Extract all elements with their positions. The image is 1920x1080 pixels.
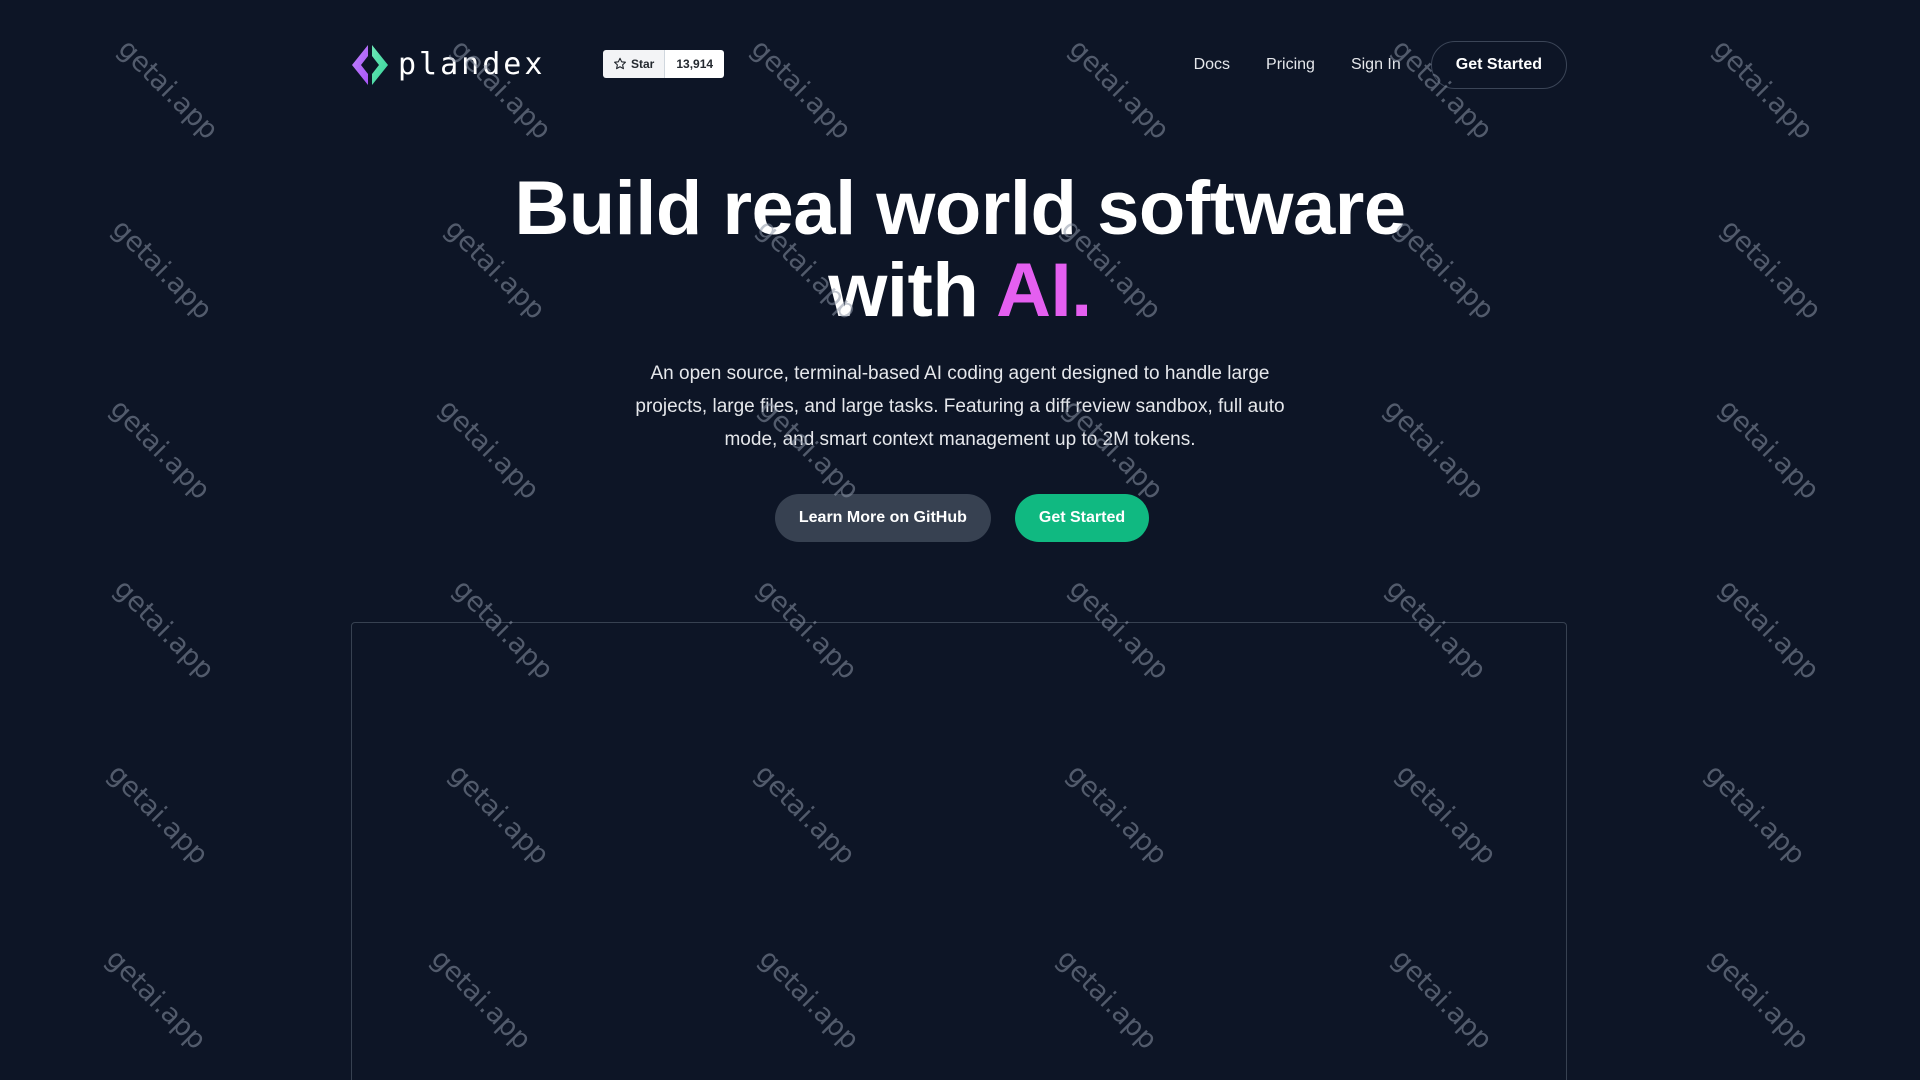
star-icon [614,57,626,70]
watermark-text: getai.app [101,758,215,871]
watermark-text: getai.app [1712,393,1826,506]
hero-subtitle: An open source, terminal-based AI coding… [635,363,1285,450]
nav-docs-link[interactable]: Docs [1194,56,1230,74]
hero-title-prefix: with [828,248,997,333]
brand-name: plandex [398,47,546,82]
main-nav: Docs Pricing Sign In Get Started [1194,40,1567,90]
watermark-text: getai.app [111,33,225,146]
landing-page: plandex Star 13,914 Docs Pricing Sign In… [0,0,1920,1080]
demo-video-frame[interactable] [351,622,1567,1080]
watermark-text: getai.app [1712,573,1826,686]
learn-more-github-button[interactable]: Learn More on GitHub [774,494,991,542]
hero-title-line-1: Build real world software [514,166,1406,251]
nav-sign-in-link[interactable]: Sign In [1351,56,1401,74]
nav-pricing-link[interactable]: Pricing [1266,56,1315,74]
watermark-text: getai.app [1706,33,1820,146]
watermark-text: getai.app [1698,758,1812,871]
hero-cta-row: Learn More on GitHub Get Started [0,494,1920,542]
hero-title-accent: AI. [996,248,1092,333]
header-get-started-button[interactable]: Get Started [1430,41,1567,89]
watermark-text: getai.app [107,573,221,686]
watermark-text: getai.app [1377,393,1491,506]
hero-title: Build real world software with AI. [0,168,1920,332]
watermark-text: getai.app [1702,943,1816,1056]
github-star-count[interactable]: 13,914 [665,50,725,78]
watermark-text: getai.app [432,393,546,506]
github-star-button[interactable]: Star [603,50,666,78]
watermark-text: getai.app [99,943,213,1056]
watermark-text: getai.app [103,393,217,506]
plandex-logo-icon [352,45,388,85]
hero-title-line-2: with AI. [0,250,1920,332]
hero-get-started-button[interactable]: Get Started [1014,494,1150,542]
site-header: plandex Star 13,914 Docs Pricing Sign In… [351,40,1567,90]
github-star-label: Star [631,57,655,71]
brand-logo[interactable]: plandex [351,42,545,88]
github-star-widget[interactable]: Star 13,914 [603,50,725,78]
